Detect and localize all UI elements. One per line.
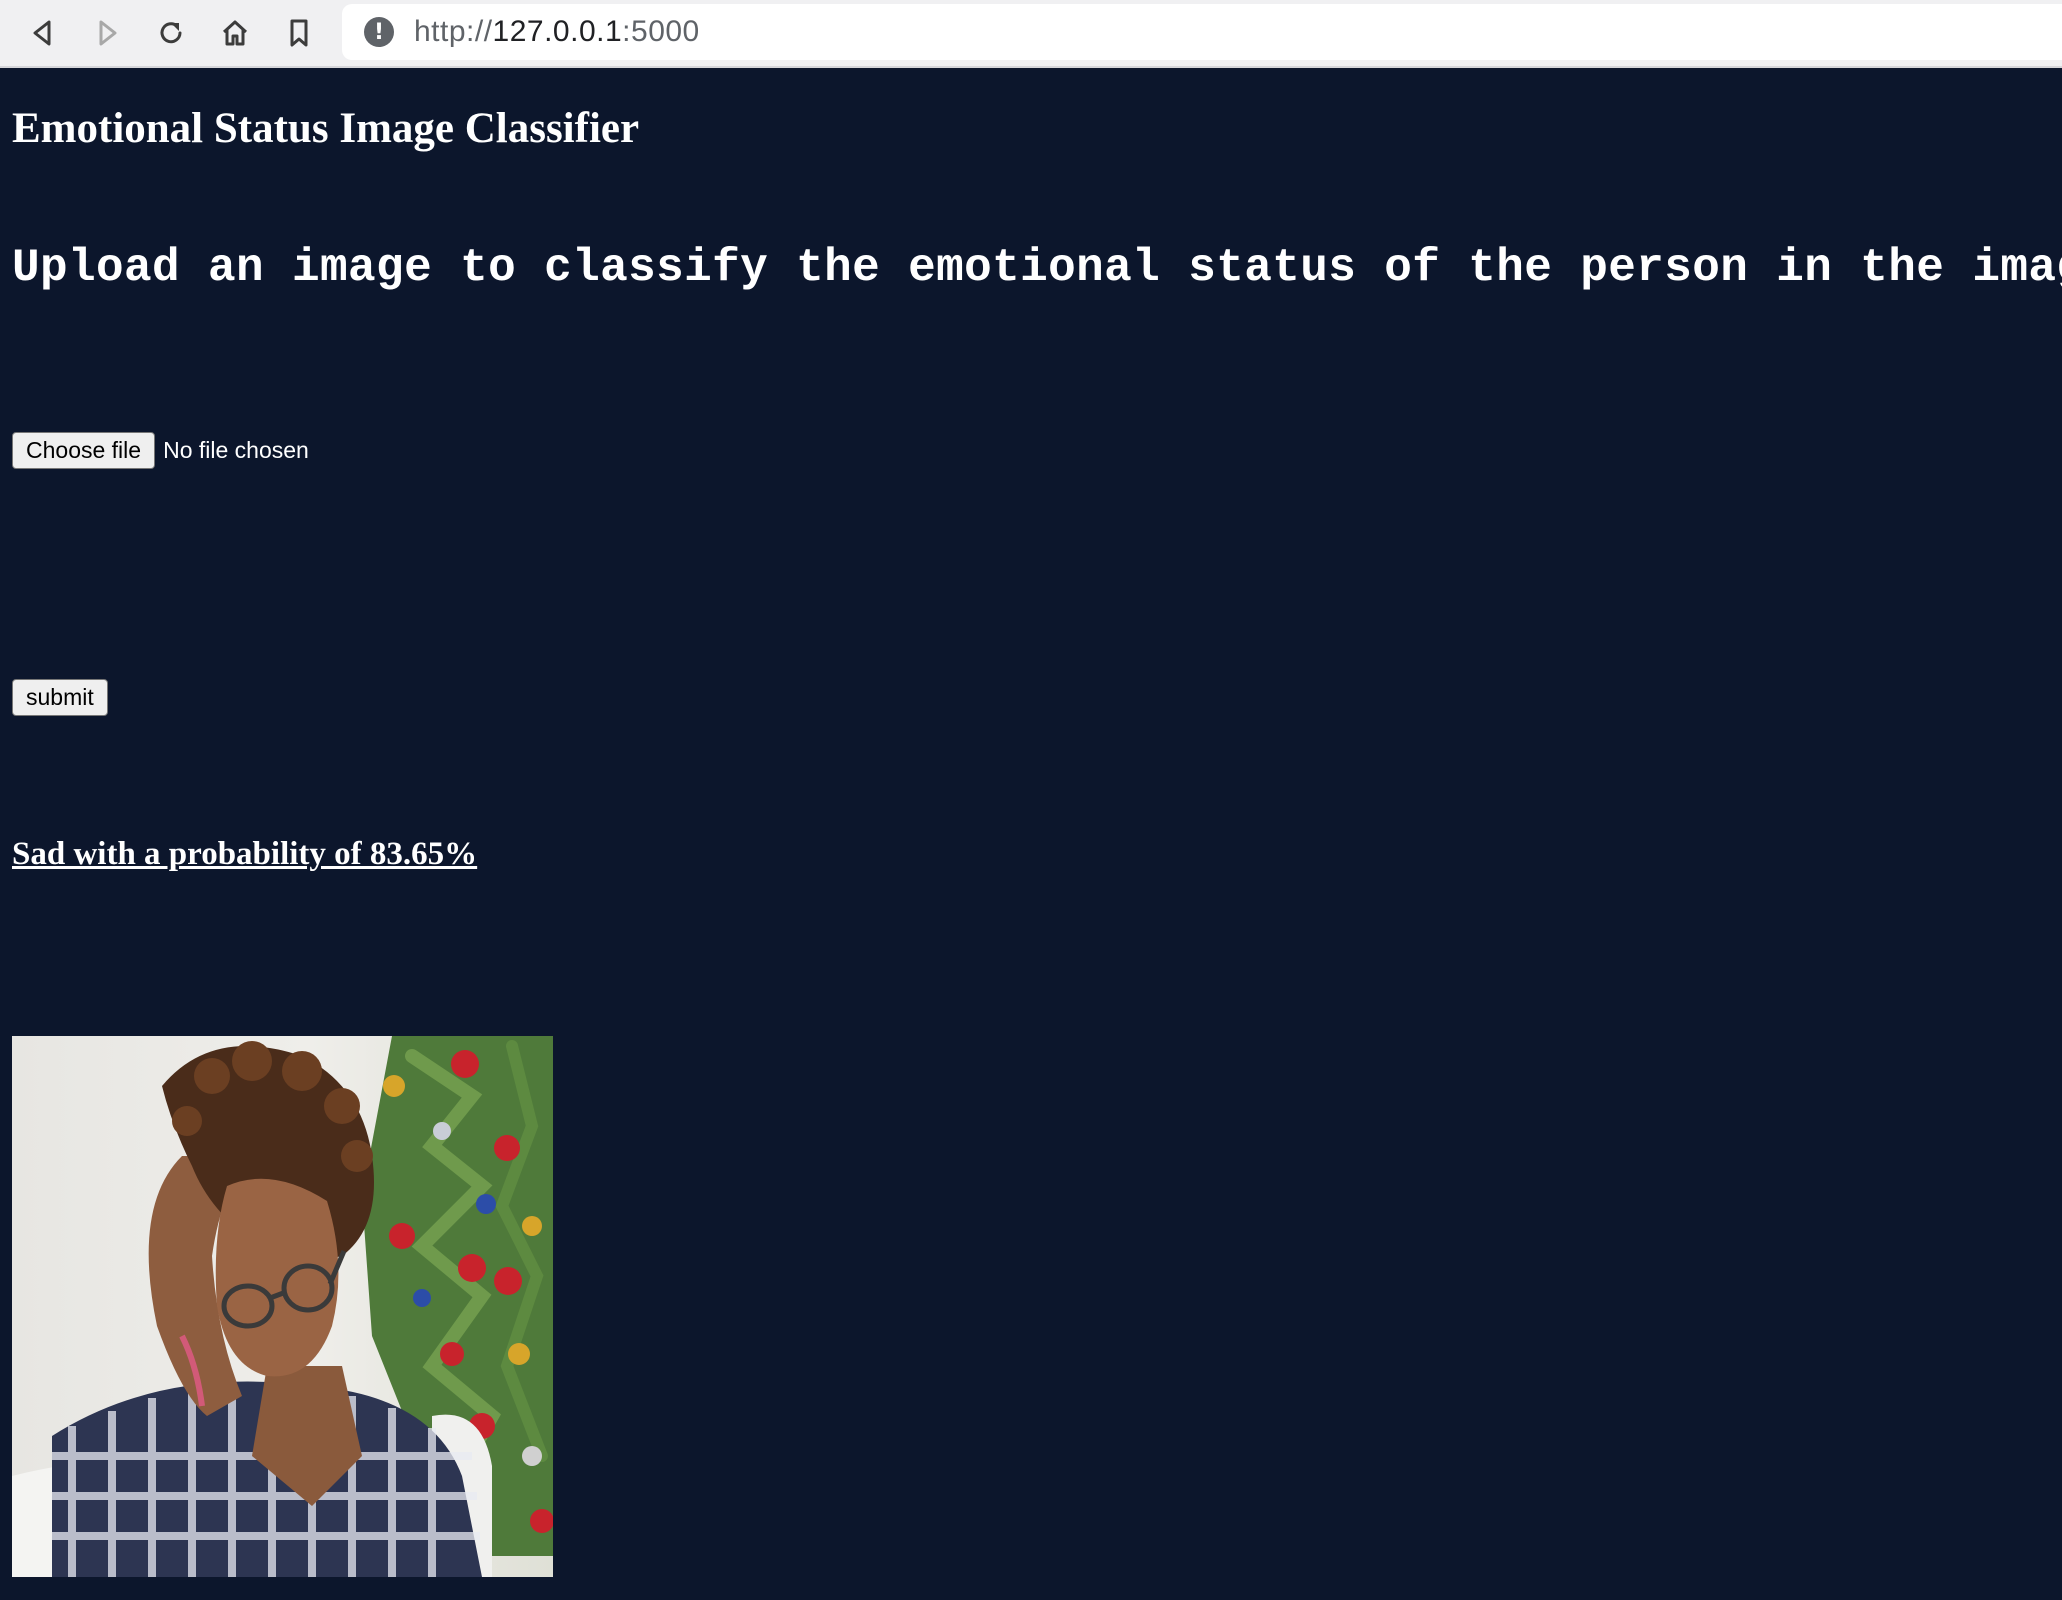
- url-port: :5000: [622, 15, 700, 48]
- url-host: 127.0.0.1: [492, 15, 623, 48]
- uploaded-photo: [12, 1036, 553, 1577]
- home-icon[interactable]: [212, 10, 258, 56]
- submit-container: submit: [12, 679, 108, 716]
- choose-file-button[interactable]: Choose file: [12, 432, 156, 469]
- forward-arrow-icon[interactable]: [84, 10, 130, 56]
- url-scheme: http://: [414, 15, 493, 48]
- classification-result: Sad with a probability of 83.65%: [12, 836, 478, 872]
- page-subtitle: Upload an image to classify the emotiona…: [12, 242, 2062, 294]
- submit-button[interactable]: submit: [12, 679, 108, 716]
- address-bar[interactable]: ! http://127.0.0.1:5000: [342, 4, 2062, 60]
- info-icon[interactable]: !: [364, 17, 394, 47]
- bookmark-icon[interactable]: [276, 10, 322, 56]
- file-status-text: No file chosen: [163, 437, 309, 463]
- back-arrow-icon[interactable]: [20, 10, 66, 56]
- page-title: Emotional Status Image Classifier: [12, 105, 640, 152]
- reload-icon[interactable]: [148, 10, 194, 56]
- browser-toolbar: ! http://127.0.0.1:5000: [0, 0, 2062, 68]
- url-text: http://127.0.0.1:5000: [414, 15, 700, 49]
- file-upload-field[interactable]: Choose file No file chosen: [12, 432, 309, 469]
